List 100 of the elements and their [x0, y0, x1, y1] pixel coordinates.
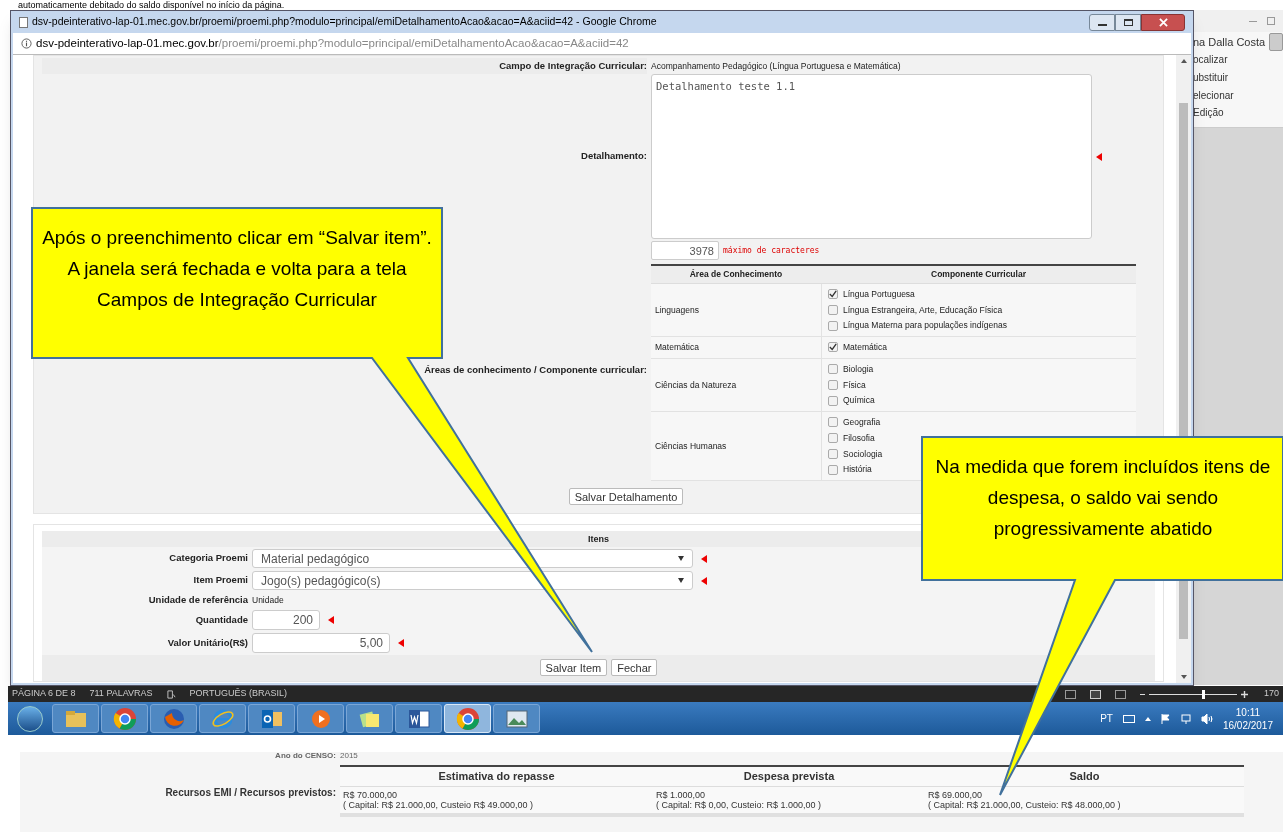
taskbar-button[interactable] — [248, 704, 295, 733]
browser-icon — [112, 706, 137, 731]
ribbon-command[interactable]: ubstituir — [1193, 69, 1283, 87]
document-text: automaticamente debitado do saldo disponível no início da página. — [18, 0, 285, 10]
amount-value: R$ 1.000,00 — [656, 789, 707, 800]
minimize-button[interactable] — [1089, 13, 1115, 31]
field-label: Item Proemi — [192, 573, 248, 588]
input-field[interactable]: 200 — [252, 610, 320, 631]
taskbar-button[interactable] — [101, 704, 148, 733]
zoom-level[interactable]: 170 — [1261, 687, 1279, 701]
zoom-in-icon[interactable] — [1240, 690, 1248, 698]
dropdown[interactable]: Jogo(s) pedagógico(s) — [252, 571, 693, 590]
detail-textarea[interactable]: Detalhamento teste 1.1 — [651, 74, 1092, 239]
taskbar-button[interactable] — [493, 704, 540, 733]
checkbox-label: História — [843, 463, 872, 476]
area-cell-text: Matemática — [654, 341, 700, 354]
language-indicator[interactable]: PT — [1100, 711, 1113, 726]
field-label: Unidade de referência — [147, 593, 248, 607]
browser-icon — [455, 706, 480, 731]
save-detail-button[interactable]: Salvar Detalhamento — [568, 488, 684, 505]
ribbon-command[interactable]: ocalizar — [1193, 51, 1283, 69]
save-item-button[interactable]: Salvar Item — [539, 659, 608, 677]
checkbox-label: Sociologia — [843, 447, 883, 461]
scroll-down-icon — [1180, 675, 1187, 679]
checkbox-label: Filosofia — [843, 431, 875, 445]
checkbox-label: Língua Estrangeira, Arte, Educação Física — [843, 303, 1003, 317]
checkbox[interactable] — [828, 395, 838, 406]
checkbox[interactable] — [828, 289, 838, 300]
checkbox[interactable] — [828, 364, 838, 375]
checkbox[interactable] — [828, 379, 838, 390]
print-layout-icon[interactable] — [1089, 689, 1101, 699]
field-label: Quantidade — [194, 613, 248, 628]
checkbox[interactable] — [828, 320, 838, 331]
show-hidden-icon[interactable] — [1144, 716, 1151, 721]
checkbox-label: Química — [843, 394, 875, 407]
column-header: Despesa prevista — [653, 767, 925, 787]
proofing-icon[interactable] — [166, 689, 176, 699]
page-icon — [19, 16, 28, 28]
field-label: Recursos EMI / Recursos previstos: — [164, 786, 337, 800]
column-header: Estimativa do repasse — [340, 767, 653, 787]
checkbox[interactable] — [828, 448, 838, 459]
callout-text: Após o preenchimento clicar em “Salvar item”. A janela será fechada e volta para a tela Campos de Integração Curricular — [41, 226, 433, 312]
ribbon-command[interactable]: elecionar — [1193, 87, 1283, 105]
status-text[interactable]: 711 PALAVRAS — [89, 687, 153, 701]
field-value: Unidade — [252, 593, 284, 607]
field-label: Ano do CENSO: — [274, 752, 336, 760]
checkbox-label: Língua Materna para populações indígenas — [843, 319, 1007, 332]
checkbox-label: Língua Portuguesa — [843, 287, 915, 301]
area-cell-text: Ciências Humanas — [654, 439, 728, 453]
read-mode-icon[interactable] — [1064, 689, 1076, 699]
amount-detail: ( Capital: R$ 21.000,00, Custeio: R$ 48.000,00 ) — [928, 799, 1122, 810]
field-value: Acompanhamento Pedagógico (Língua Portuguesa e Matemática) — [651, 59, 902, 73]
clock-date[interactable]: 16/02/2017 — [1222, 718, 1273, 732]
area-cell-text: Ciências da Natureza — [654, 378, 738, 392]
user-name[interactable]: na Dalla Costa — [1193, 33, 1266, 51]
field-label: Detalhamento: — [580, 149, 647, 164]
checkbox[interactable] — [828, 304, 838, 315]
area-cell-text: Linguagens — [654, 303, 700, 317]
keyboard-icon[interactable] — [1122, 714, 1135, 723]
fox-globe-icon — [161, 706, 186, 731]
status-text[interactable]: PORTUGUÊS (BRASIL) — [189, 687, 287, 701]
amount-detail: ( Capital: R$ 0,00, Custeio: R$ 1.000,00 ) — [656, 799, 823, 810]
checkbox-label: Matemática — [843, 341, 887, 354]
amount-value: R$ 69.000,00 — [928, 789, 984, 800]
amount-value: R$ 70.000,00 — [343, 789, 399, 800]
input-field[interactable]: 5,00 — [252, 633, 390, 654]
checkbox[interactable] — [828, 464, 838, 475]
checkbox-label: Biologia — [843, 362, 874, 376]
checkbox-label: Física — [843, 378, 866, 392]
close-icon — [1158, 17, 1168, 27]
field-value: 2015 — [340, 752, 358, 760]
minimize-icon — [1097, 23, 1107, 26]
column-header: Componente Curricular — [930, 268, 1027, 281]
maximize-icon — [1123, 18, 1133, 26]
network-icon[interactable] — [1180, 713, 1191, 724]
status-text[interactable]: PÁGINA 6 DE 8 — [12, 687, 76, 701]
zoom-thumb[interactable] — [1201, 689, 1205, 699]
window-title: dsv-pdeinterativo-lap-01.mec.gov.br/proemi/proemi.php?modulo=principal/emiDetalhamentoAcao&acao=A&aciid=42 - Google Chrome — [32, 14, 657, 30]
speaker-icon[interactable] — [1200, 713, 1213, 724]
close-button[interactable] — [1141, 13, 1185, 31]
minimize-icon[interactable] — [1249, 20, 1257, 22]
maximize-button[interactable] — [1115, 13, 1141, 31]
scroll-up-icon — [1180, 59, 1187, 63]
checkbox-label: Geografia — [843, 416, 881, 429]
dropdown-arrow-icon — [678, 556, 684, 561]
checkbox[interactable] — [828, 342, 838, 353]
taskbar-button[interactable] — [395, 704, 442, 733]
checkbox[interactable] — [828, 433, 838, 444]
dropdown[interactable]: Material pedagógico — [252, 549, 693, 568]
close-window-button[interactable]: Fechar — [611, 659, 658, 677]
restore-icon[interactable] — [1267, 17, 1275, 25]
address-bar[interactable]: dsv-pdeinterativo-lap-01.mec.gov.br/proemi/proemi.php?modulo=principal/emiDetalhamentoAcao&acao=A&aciid=42 — [13, 33, 1191, 55]
field-label: Valor Unitário(R$) — [166, 636, 248, 651]
clock-time[interactable]: 10:11 — [1235, 705, 1261, 719]
info-icon — [21, 38, 32, 49]
checkbox[interactable] — [828, 417, 838, 428]
taskbar-button[interactable] — [346, 704, 393, 733]
web-layout-icon[interactable] — [1114, 689, 1126, 699]
flag-icon[interactable] — [1160, 713, 1171, 724]
field-label: Categoria Proemi — [168, 551, 248, 566]
